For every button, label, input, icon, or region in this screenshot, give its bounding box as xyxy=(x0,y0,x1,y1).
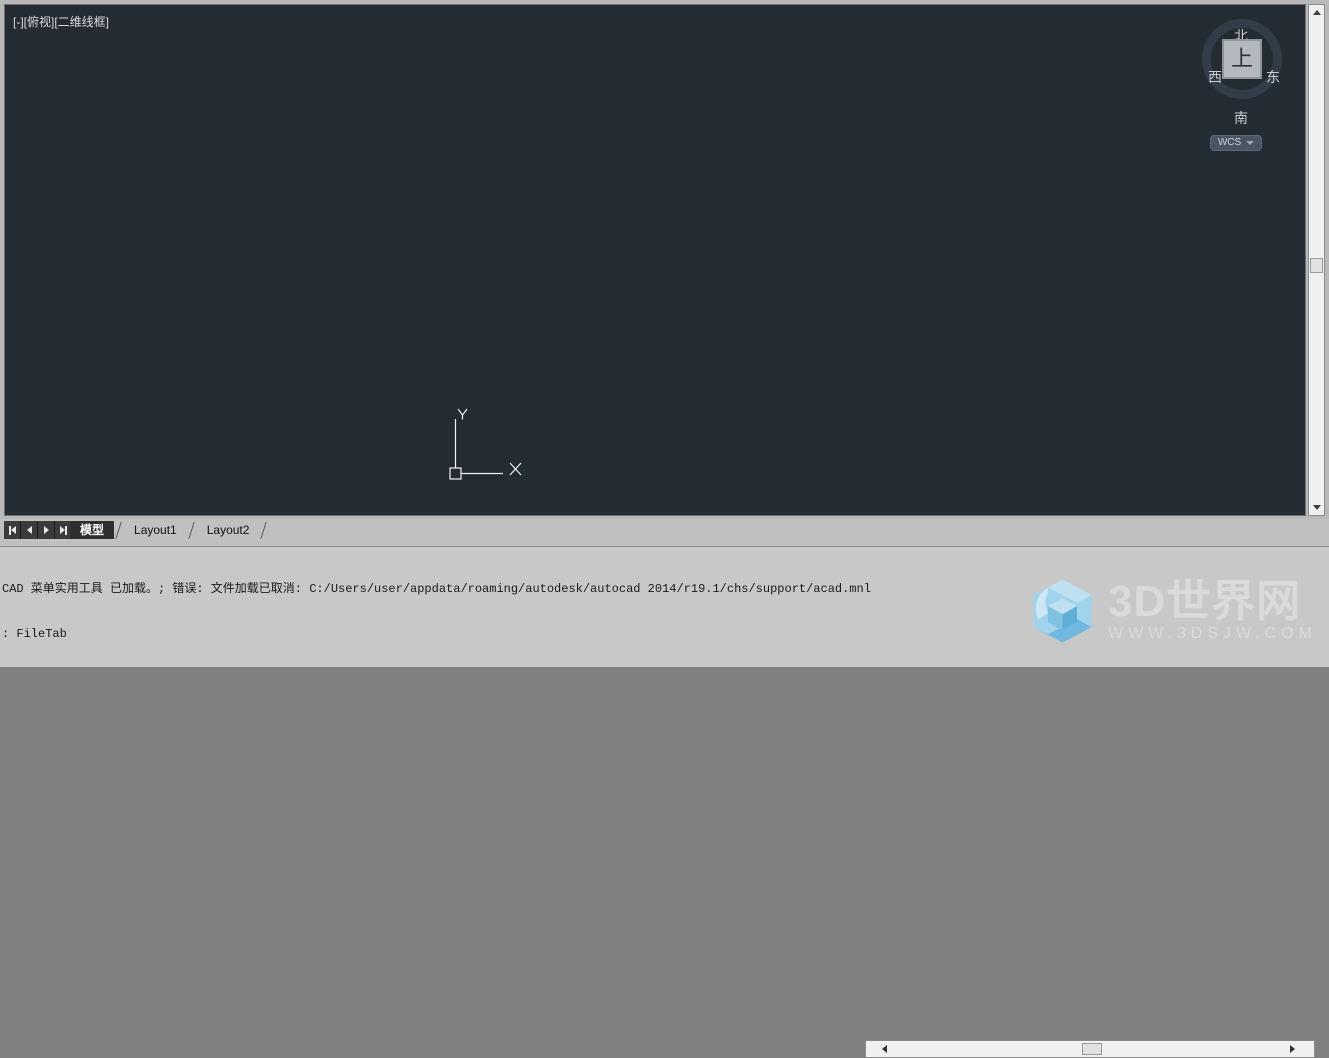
triangle-up-icon xyxy=(1312,10,1321,15)
tab-nav-previous-button[interactable] xyxy=(21,521,38,539)
horizontal-scrollbar-thumb[interactable] xyxy=(1082,1043,1102,1055)
viewcube-direction-west[interactable]: 西 xyxy=(1208,70,1222,84)
command-window[interactable]: CAD 菜单实用工具 已加载。; 错误: 文件加载已取消: C:/Users/u… xyxy=(0,546,1329,667)
viewcube-direction-south[interactable]: 南 xyxy=(1234,111,1248,125)
autocad-window: [-][俯视][二维线框] 北 南 西 东 上 WCS 模型 Layout1 L… xyxy=(0,0,1329,1058)
scroll-right-button[interactable] xyxy=(1285,1042,1300,1056)
next-page-icon xyxy=(43,526,49,534)
vertical-scrollbar-thumb[interactable] xyxy=(1310,258,1323,273)
tab-separator xyxy=(187,521,197,539)
command-line: : FileTab xyxy=(2,627,67,641)
viewcube-top-face[interactable]: 上 xyxy=(1222,39,1262,79)
triangle-down-icon xyxy=(1312,505,1321,510)
horizontal-scrollbar[interactable] xyxy=(865,1040,1315,1058)
tab-layout1[interactable]: Layout1 xyxy=(124,521,187,539)
drawing-area-frame: [-][俯视][二维线框] 北 南 西 东 上 WCS xyxy=(0,0,1329,519)
first-page-icon xyxy=(8,525,16,535)
viewcube-direction-east[interactable]: 东 xyxy=(1266,70,1280,84)
wcs-label: WCS xyxy=(1217,137,1242,148)
wcs-dropdown-button[interactable]: WCS xyxy=(1210,135,1262,151)
tab-separator xyxy=(114,521,124,539)
tab-nav-first-button[interactable] xyxy=(4,521,21,539)
ucs-icon xyxy=(449,408,522,480)
tab-model[interactable]: 模型 xyxy=(70,521,115,539)
tab-nav-next-button[interactable] xyxy=(38,521,55,539)
scroll-left-button[interactable] xyxy=(877,1042,892,1056)
viewport-controls-label[interactable]: [-][俯视][二维线框] xyxy=(13,15,109,29)
tab-separator xyxy=(259,521,269,539)
tab-layout2[interactable]: Layout2 xyxy=(197,521,260,539)
scroll-down-button[interactable] xyxy=(1309,500,1324,515)
viewcube[interactable]: 北 南 西 东 上 WCS xyxy=(1194,11,1290,161)
vertical-scrollbar[interactable] xyxy=(1308,4,1325,516)
last-page-icon xyxy=(59,525,67,535)
drawing-canvas[interactable]: [-][俯视][二维线框] 北 南 西 东 上 WCS xyxy=(5,5,1305,515)
scroll-up-button[interactable] xyxy=(1309,5,1324,20)
previous-page-icon xyxy=(26,526,32,534)
triangle-left-icon xyxy=(882,1045,887,1053)
layout-tabs: 模型 Layout1 Layout2 xyxy=(70,521,269,539)
layout-tab-navigation xyxy=(4,521,72,539)
command-line: CAD 菜单实用工具 已加载。; 错误: 文件加载已取消: C:/Users/u… xyxy=(2,582,871,596)
triangle-right-icon xyxy=(1290,1045,1295,1053)
command-history[interactable]: CAD 菜单实用工具 已加载。; 错误: 文件加载已取消: C:/Users/u… xyxy=(0,552,1329,667)
drawing-canvas-container[interactable]: [-][俯视][二维线框] 北 南 西 东 上 WCS xyxy=(4,4,1306,516)
chevron-down-icon xyxy=(1246,141,1255,145)
layout-tab-bar: 模型 Layout1 Layout2 xyxy=(0,519,1329,1058)
